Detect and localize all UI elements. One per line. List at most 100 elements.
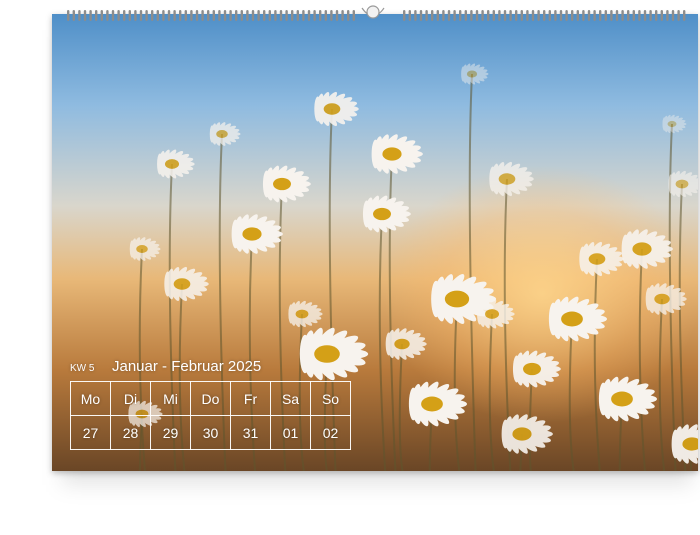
binding-loop: [251, 10, 255, 21]
binding-loop: [201, 10, 204, 21]
weekday-row: Mo Di Mi Do Fr Sa So: [70, 381, 351, 416]
binding-loop: [347, 10, 350, 21]
daisy-flower: [579, 241, 624, 277]
binding-loop: [565, 10, 568, 21]
binding-loop: [229, 10, 232, 21]
daisy-flower: [371, 134, 423, 174]
binding-loop: [408, 10, 411, 21]
binding-loop: [459, 10, 462, 21]
binding-loop: [436, 10, 439, 21]
binding-loop: [554, 10, 557, 21]
binding-loop: [447, 10, 451, 21]
binding-loop: [610, 10, 613, 21]
binding-loop: [324, 10, 327, 21]
binding-loop: [615, 10, 619, 21]
daisy-flower: [668, 170, 698, 198]
daisy-flower: [621, 229, 673, 269]
binding-loop: [671, 10, 675, 21]
binding-loop: [475, 10, 479, 21]
binding-loop: [134, 10, 137, 21]
binding-loop: [100, 10, 103, 21]
daisy-flower: [501, 414, 553, 454]
binding-loop: [117, 10, 120, 21]
binding-loop: [683, 10, 686, 21]
daisy-flower: [489, 161, 534, 197]
binding-loop: [403, 10, 406, 21]
binding-loop: [111, 10, 115, 21]
binding-loop: [419, 10, 423, 21]
binding-loop: [481, 10, 484, 21]
binding-loop: [559, 10, 563, 21]
daisy-flower: [548, 296, 608, 342]
binding-loop: [352, 10, 355, 21]
binding-loop: [307, 10, 311, 21]
binding-loop: [627, 10, 630, 21]
binding-loop: [190, 10, 193, 21]
binding-loop: [128, 10, 131, 21]
binding-loop: [666, 10, 669, 21]
binding-loop: [599, 10, 602, 21]
daisy-flower: [129, 237, 161, 261]
daisy-flower: [231, 214, 283, 254]
binding-loop: [498, 10, 501, 21]
binding-loop: [571, 10, 574, 21]
daisy-stem: [568, 318, 575, 471]
binding-loop: [604, 10, 607, 21]
binding-loop: [263, 10, 266, 21]
daisy-stem: [488, 313, 495, 471]
binding-loop: [593, 10, 596, 21]
binding-loop: [526, 10, 529, 21]
binding-loop: [335, 10, 339, 21]
daisy-flower: [288, 300, 323, 328]
date-cell: 02: [310, 415, 351, 450]
binding-loop: [156, 10, 159, 21]
month-title: Januar - Februar 2025: [112, 358, 262, 375]
daisy-flower: [209, 122, 241, 146]
daisy-stem: [468, 73, 477, 471]
weekday-cell: Fr: [230, 381, 271, 416]
binding-loop: [643, 10, 647, 21]
weekday-cell: So: [310, 381, 351, 416]
binding-loop: [279, 10, 283, 21]
binding-loop: [195, 10, 199, 21]
binding-loop: [431, 10, 434, 21]
binding-loop: [162, 10, 165, 21]
binding-loop: [274, 10, 277, 21]
binding-loop: [453, 10, 456, 21]
hanger-hook-icon: [361, 5, 385, 19]
date-cell: 30: [190, 415, 231, 450]
binding-loop: [207, 10, 210, 21]
binding-loop: [531, 10, 535, 21]
daisy-flower: [512, 350, 561, 388]
binding-loop: [587, 10, 591, 21]
date-cell: 28: [110, 415, 151, 450]
binding-loop: [464, 10, 467, 21]
binding-loop: [425, 10, 428, 21]
daisy-flower: [262, 165, 311, 203]
binding-loop: [582, 10, 585, 21]
binding-loop: [515, 10, 518, 21]
binding-loop: [235, 10, 238, 21]
binding-loop: [218, 10, 221, 21]
weekday-cell: Sa: [270, 381, 311, 416]
binding-loop: [151, 10, 154, 21]
binding-loop: [246, 10, 249, 21]
binding-loop: [123, 10, 126, 21]
binding-loop: [173, 10, 176, 21]
date-cell: 29: [150, 415, 191, 450]
binding-loop: [313, 10, 316, 21]
binding-loop: [503, 10, 507, 21]
weekday-cell: Di: [110, 381, 151, 416]
binding-loop: [106, 10, 109, 21]
binding-loop: [296, 10, 299, 21]
binding-loop: [487, 10, 490, 21]
week-number: KW 5: [70, 363, 95, 374]
binding-loop: [78, 10, 81, 21]
binding-loop: [257, 10, 260, 21]
binding-loop: [319, 10, 322, 21]
daisy-stem: [398, 343, 404, 471]
week-grid: Mo Di Mi Do Fr Sa So 27 28 29 30 31 01 0…: [70, 381, 351, 450]
binding-loop: [442, 10, 445, 21]
date-cell: 01: [270, 415, 311, 450]
binding-loop: [67, 10, 70, 21]
